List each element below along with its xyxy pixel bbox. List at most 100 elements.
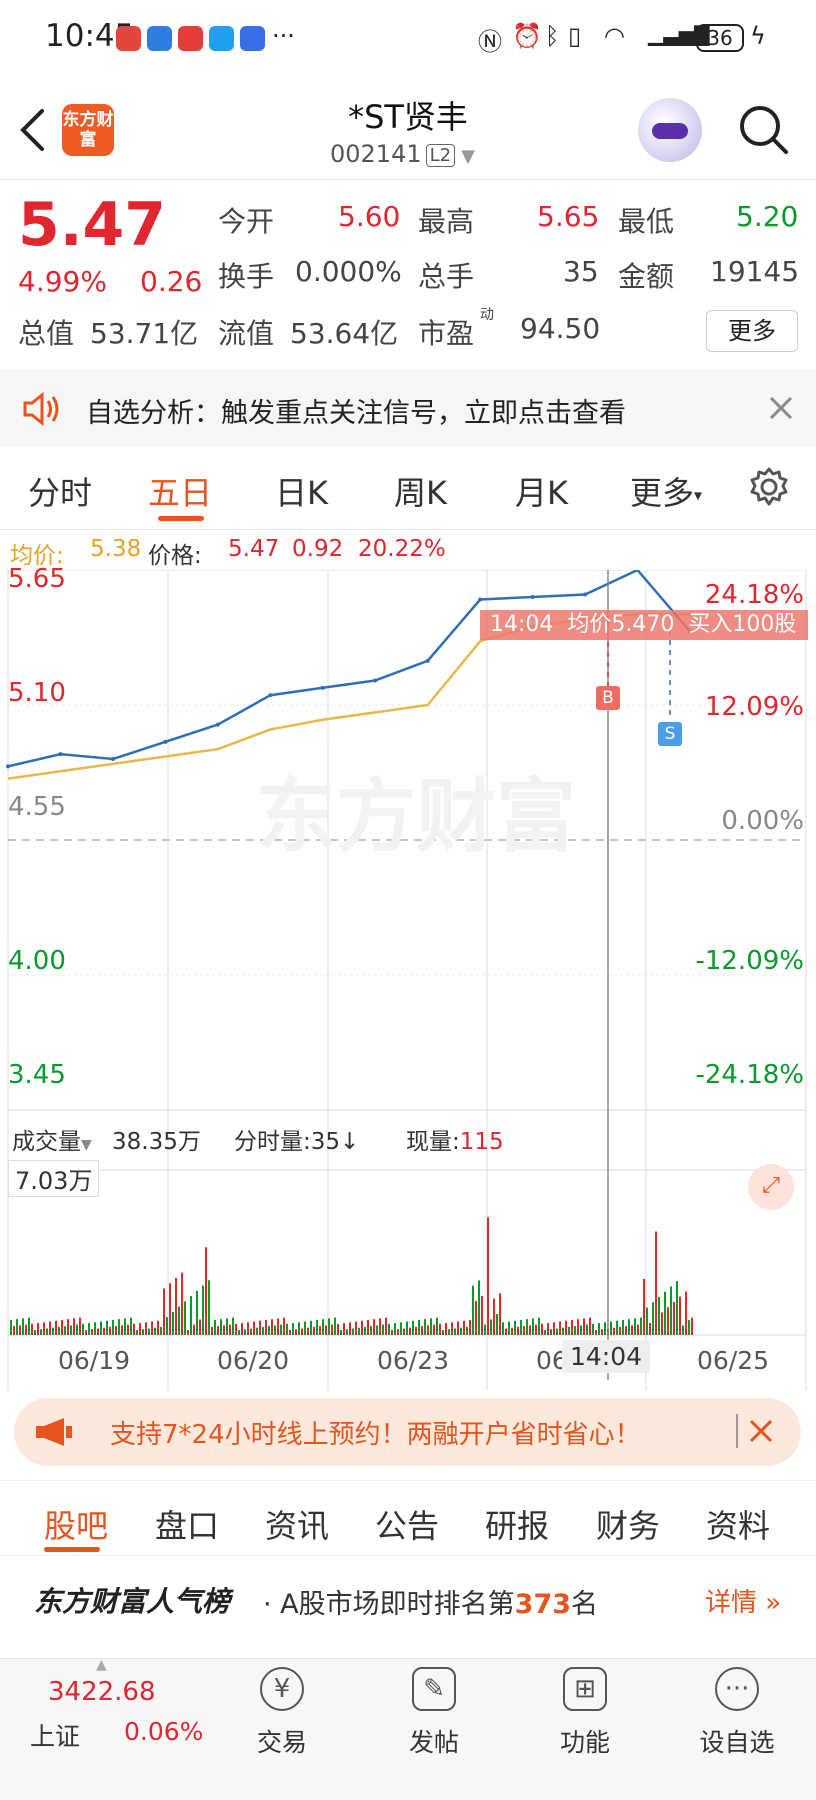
volume-bar [115,1326,117,1335]
assistant-robot-icon[interactable] [638,98,702,162]
search-icon[interactable] [736,102,792,158]
volume-bar [526,1319,528,1335]
volume-bar [52,1327,54,1335]
volume-bar [292,1323,294,1335]
volume-bar [64,1326,66,1335]
volume-bar [472,1285,474,1335]
analysis-notice[interactable]: 自选分析：触发重点关注信号，立即点击查看 [0,370,816,446]
volume-bar [631,1325,633,1335]
promo-banner[interactable]: 支持7*24小时线上预约！两融开户省时省心！ [14,1398,801,1466]
volume-bar [379,1318,381,1335]
volume-bar [355,1321,357,1335]
volume-bar [532,1318,534,1335]
index-name: 上证 [30,1722,81,1751]
volume-bar [88,1323,90,1335]
stock-code[interactable]: 002141 L2 ▼ [330,140,475,168]
five-day-chart[interactable]: 东方财富 5.65 5.10 4.55 4.00 3.45 24.18% 12.… [0,564,816,1390]
volume-bar [220,1319,222,1335]
gear-icon[interactable] [748,466,790,508]
volume-total: 38.35万 [112,1129,201,1155]
volume-bar [31,1323,33,1335]
volume-bar [586,1324,588,1335]
pe-label: 市盈 [418,317,475,350]
volume-bar [322,1319,324,1335]
tab-daily-k[interactable]: 日K [275,468,328,514]
volume-bar [583,1318,585,1335]
tab-orderbook[interactable]: 盘口 [155,1501,219,1547]
tab-profile[interactable]: 资料 [706,1501,770,1547]
functions-button[interactable]: ⊞ 功能 [530,1667,640,1759]
volume-bar [49,1321,51,1335]
tab-forum[interactable]: 股吧 [44,1501,108,1547]
volume-bar [661,1312,663,1335]
volume-bar [361,1320,363,1335]
volume-bar [679,1296,681,1335]
more-quote-button[interactable]: 更多 [706,310,798,352]
vibrate-icon: ▯ [568,22,582,50]
volume-bar [490,1319,492,1335]
minute-volume: 分时量:35↓ [234,1129,360,1155]
volume-bar [439,1323,441,1335]
volume-bar [157,1320,159,1335]
rank-detail-link[interactable]: 详情 » [705,1582,781,1619]
market-cap-label: 总值 [18,317,75,350]
post-button[interactable]: ✎ 发帖 [379,1667,489,1759]
x-tick-label: 06/19 [58,1346,131,1375]
float-cap-value: 53.64亿 [290,317,399,350]
volume-bar [40,1329,42,1335]
volume-bar [430,1318,432,1335]
active-tab-indicator [44,1547,100,1552]
tab-announcements[interactable]: 公告 [375,1501,439,1547]
volume-bar [199,1319,201,1335]
volume-bar [382,1324,384,1335]
volume-bar [37,1323,39,1335]
trade-button[interactable]: ¥ 交易 [227,1667,337,1759]
tab-research[interactable]: 研报 [485,1501,549,1547]
popularity-rank[interactable]: 东方财富人气榜 · A股市场即时排名第373名 详情 » [0,1558,816,1658]
volume-selector[interactable]: 成交量▼ [12,1122,92,1156]
pct-tick-label: 0.00% [721,806,804,836]
avg-value: 5.38 [90,536,142,562]
tab-more[interactable]: 更多▾ [630,468,702,514]
volume-bar [55,1320,57,1335]
volume-bar [592,1323,594,1335]
volume-bar [388,1323,390,1335]
volume-bar [637,1324,639,1335]
volume-bar [391,1330,393,1335]
x-tick-label: 06/20 [217,1346,290,1375]
open-label: 今开 [218,205,275,238]
volume-bar [154,1327,156,1335]
tab-news[interactable]: 资讯 [265,1501,329,1547]
volume-bar [82,1323,84,1335]
tab-five-day[interactable]: 五日 [148,468,212,514]
volume-bar [259,1320,261,1335]
volume-bar [670,1286,672,1335]
volume-bar [130,1317,132,1335]
buy-marker[interactable]: B [596,686,620,710]
add-watchlist-button[interactable]: ··· 设自选 [682,1667,792,1759]
volume-bar [124,1318,126,1335]
close-icon[interactable] [768,395,794,421]
volume-bar [94,1322,96,1335]
volume-bar [373,1319,375,1335]
pct-tick-label: 24.18% [704,580,804,610]
chart-period-tabs: 分时 五日 日K 周K 月K 更多▾ [0,446,816,530]
sell-marker[interactable]: S [658,722,682,746]
expand-up-icon: ▲ [96,1657,107,1673]
fullscreen-icon[interactable]: ⤢ [748,1164,794,1210]
volume-bar [103,1327,105,1335]
volume-bar [175,1277,177,1335]
charging-icon: ϟ [750,22,766,50]
volume-bar [610,1321,612,1335]
index-value[interactable]: 3422.68 [48,1677,156,1707]
volume-bar [139,1323,141,1335]
tab-financials[interactable]: 财务 [596,1501,660,1547]
volume-bar [100,1321,102,1335]
volume-bar [163,1288,165,1335]
volume-bar [625,1326,627,1335]
tab-monthly-k[interactable]: 月K [515,468,568,514]
volume-bar [226,1318,228,1335]
tab-weekly-k[interactable]: 周K [394,468,447,514]
tab-intraday[interactable]: 分时 [28,468,92,514]
close-icon[interactable] [748,1418,774,1444]
